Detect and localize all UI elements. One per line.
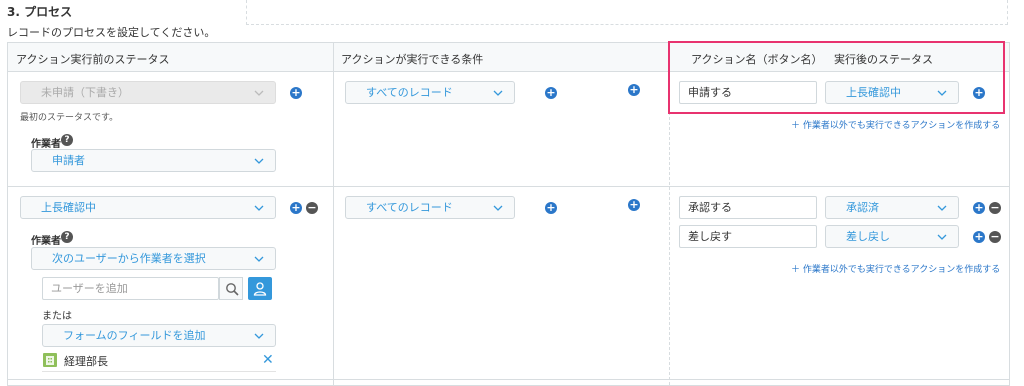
add-action-button[interactable]: +	[973, 87, 985, 99]
add-action-button[interactable]: +	[973, 231, 985, 243]
status-select-row2[interactable]: 上長確認中	[20, 196, 276, 219]
action-name-input-row1[interactable]: 申請する	[679, 81, 817, 104]
chevron-down-icon	[936, 87, 948, 99]
add-condition-column-button[interactable]: +	[628, 199, 640, 211]
add-status-button[interactable]: +	[290, 202, 302, 214]
chevron-down-icon	[936, 202, 948, 214]
form-field-select-value: フォームのフィールドを追加	[63, 329, 206, 342]
chevron-down-icon	[253, 253, 265, 265]
status-select-row2-value: 上長確認中	[41, 201, 96, 214]
assignee-label: 作業者	[31, 139, 61, 150]
search-icon	[225, 282, 239, 299]
action-name-input-row2a[interactable]: 承認する	[679, 196, 817, 219]
status-note: 最初のステータスです。	[20, 113, 119, 123]
action-name-input-row2b[interactable]: 差し戻す	[679, 225, 817, 248]
remove-action-button[interactable]: −	[989, 202, 1001, 214]
close-icon[interactable]: ✕	[262, 353, 274, 367]
add-non-assignee-action-link[interactable]: ＋ 作業者以外でも実行できるアクションを作成する	[791, 118, 1000, 131]
chevron-down-icon	[253, 87, 265, 99]
chevron-down-icon	[936, 231, 948, 243]
form-field-select[interactable]: フォームのフィールドを追加	[42, 324, 276, 347]
header-status-before: アクション実行前のステータス	[16, 53, 170, 66]
next-status-select-row1[interactable]: 上長確認中	[825, 81, 959, 104]
or-label: または	[42, 311, 72, 322]
chip-divider	[42, 371, 276, 372]
add-condition-button[interactable]: +	[545, 202, 557, 214]
organization-icon	[43, 353, 57, 367]
next-status-select-row2b[interactable]: 差し戻し	[825, 225, 959, 248]
chevron-down-icon	[253, 330, 265, 342]
row-divider	[8, 379, 1009, 380]
user-icon	[253, 281, 267, 299]
add-non-assignee-action-link[interactable]: ＋ 作業者以外でも実行できるアクションを作成する	[791, 262, 1000, 275]
user-picker-button[interactable]	[248, 277, 272, 300]
header-condition: アクションが実行できる条件	[341, 53, 484, 66]
add-status-button[interactable]: +	[290, 87, 302, 99]
next-status-select-row2a[interactable]: 承認済	[825, 196, 959, 219]
assignee-select-row1[interactable]: 申請者	[31, 149, 276, 172]
condition-select-row1-value: すべてのレコード	[366, 86, 453, 99]
add-condition-column-button[interactable]: +	[628, 84, 640, 96]
chevron-down-icon	[492, 202, 504, 214]
section-description: レコードのプロセスを設定してください。	[7, 26, 216, 39]
next-status-select-row2b-value: 差し戻し	[846, 230, 890, 243]
chevron-down-icon	[253, 155, 265, 167]
remove-status-button[interactable]: −	[306, 202, 318, 214]
assignee-select-row1-value: 申請者	[52, 154, 85, 167]
add-action-button[interactable]: +	[973, 202, 985, 214]
question-circle-icon[interactable]: ?	[61, 134, 73, 146]
condition-select-row1[interactable]: すべてのレコード	[345, 81, 515, 104]
drop-area	[246, 0, 1008, 25]
add-condition-button[interactable]: +	[545, 87, 557, 99]
question-circle-icon[interactable]: ?	[61, 231, 73, 243]
next-status-select-row2a-value: 承認済	[846, 201, 879, 214]
assignee-label: 作業者	[31, 236, 61, 247]
user-search-input[interactable]: ユーザーを追加	[42, 277, 219, 300]
condition-select-row2-value: すべてのレコード	[366, 201, 453, 214]
selected-entity: 経理部長	[64, 355, 108, 368]
assignee-mode-select-value: 次のユーザーから作業者を選択	[52, 252, 206, 265]
section-title: 3. プロセス	[7, 5, 73, 19]
column-divider	[669, 72, 670, 385]
chevron-down-icon	[492, 87, 504, 99]
chevron-down-icon	[253, 202, 265, 214]
status-select-row1: 未申請（下書き）	[20, 81, 276, 104]
search-button[interactable]	[219, 277, 243, 300]
column-divider	[333, 43, 334, 385]
row-divider	[8, 186, 1009, 187]
remove-action-button[interactable]: −	[989, 231, 1001, 243]
condition-select-row2[interactable]: すべてのレコード	[345, 196, 515, 219]
assignee-mode-select[interactable]: 次のユーザーから作業者を選択	[31, 247, 276, 270]
next-status-select-row1-value: 上長確認中	[846, 86, 901, 99]
status-select-row1-value: 未申請（下書き）	[41, 86, 129, 99]
